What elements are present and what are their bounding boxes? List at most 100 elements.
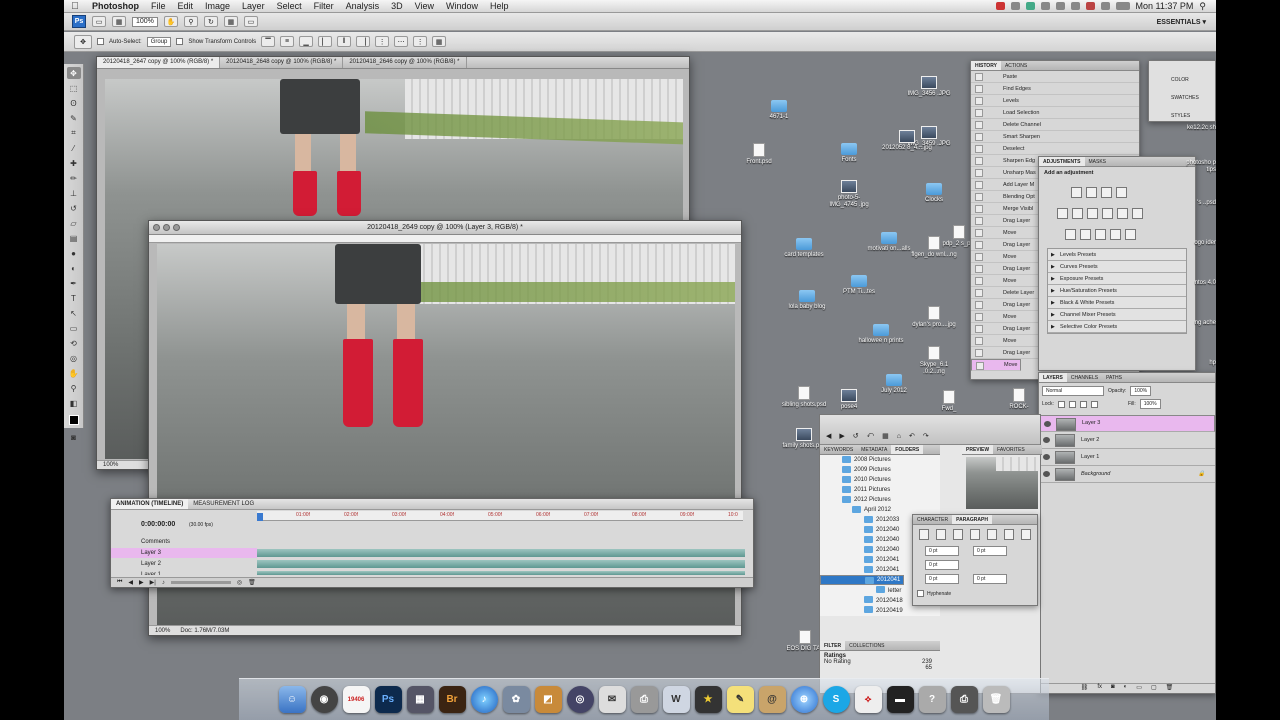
sync-icon[interactable]	[1010, 2, 1020, 10]
move-tool-preset-button[interactable]: ✥	[74, 34, 92, 49]
dodge-tool-icon[interactable]: ◐	[67, 262, 81, 274]
history-brush-source-icon[interactable]	[975, 253, 983, 261]
history-brush-source-icon[interactable]	[975, 85, 983, 93]
zoom-slider[interactable]	[170, 581, 231, 584]
history-brush-source-icon[interactable]	[975, 241, 983, 249]
visibility-eye-icon[interactable]	[1043, 454, 1050, 460]
stickies-icon[interactable]: ★	[694, 686, 722, 713]
auto-select-checkbox[interactable]	[97, 38, 104, 45]
space-after-input[interactable]: 0 pt	[973, 574, 1007, 584]
adjustment-preset-item[interactable]: Channel Mixer Presets	[1048, 309, 1186, 321]
view-extras-button[interactable]: ▦	[112, 16, 126, 27]
justify-all-icon[interactable]	[1021, 529, 1031, 540]
menu-3d[interactable]: 3D	[385, 1, 409, 11]
desktop-icon[interactable]: photo-5-IMG_4745 .jpg	[824, 180, 874, 209]
menu-filter[interactable]: Filter	[308, 1, 340, 11]
document-tab-2646[interactable]: 20120418_2646 copy @ 100% (RGB/8) *	[343, 57, 467, 68]
tab-animation-timeline[interactable]: ANIMATION (TIMELINE)	[111, 499, 189, 509]
timeline-row-layer-3[interactable]: Layer 3	[111, 548, 257, 558]
tab-channels[interactable]: CHANNELS	[1067, 373, 1102, 382]
levels-icon[interactable]	[1086, 187, 1097, 198]
printer-icon[interactable]: ⎙	[630, 686, 658, 713]
layer-row[interactable]: Background 🔒	[1039, 466, 1215, 483]
quick-mask-icon[interactable]: ◙	[67, 431, 81, 443]
history-brush-source-icon[interactable]	[975, 169, 983, 177]
history-brush-source-icon[interactable]	[975, 289, 983, 297]
desktop-icon[interactable]: lola baby blog	[782, 290, 832, 311]
gradient-tool-icon[interactable]: ▤	[67, 232, 81, 244]
app-menu[interactable]: Photoshop	[86, 1, 145, 11]
history-brush-source-icon[interactable]	[975, 97, 983, 105]
hyphenate-checkbox[interactable]	[917, 590, 924, 597]
back-icon[interactable]: ◀	[826, 432, 831, 440]
history-brush-source-icon[interactable]	[975, 121, 983, 129]
history-brush-source-icon[interactable]	[975, 277, 983, 285]
history-brush-source-icon[interactable]	[975, 157, 983, 165]
exposure-icon[interactable]	[1116, 187, 1127, 198]
tab-adjustments[interactable]: ADJUSTMENTS	[1039, 157, 1085, 166]
menu-image[interactable]: Image	[199, 1, 236, 11]
menu-select[interactable]: Select	[271, 1, 308, 11]
adjustment-preset-item[interactable]: Exposure Presets	[1048, 273, 1186, 285]
battery-icon[interactable]	[1115, 2, 1130, 10]
adjustment-preset-item[interactable]: Curves Presets	[1048, 261, 1186, 273]
menu-layer[interactable]: Layer	[236, 1, 271, 11]
tab-paragraph[interactable]: PARAGRAPH	[952, 515, 992, 524]
tab-history[interactable]: HISTORY	[971, 61, 1001, 70]
star-row[interactable]: 65	[824, 665, 940, 671]
history-brush-source-icon[interactable]	[975, 313, 983, 321]
arrange-documents-button[interactable]: ▦	[223, 16, 238, 27]
desktop-icon-label[interactable]: ntos 4.0	[1182, 280, 1216, 287]
layer-row[interactable]: Layer 2	[1039, 432, 1215, 449]
menu-analysis[interactable]: Analysis	[340, 1, 386, 11]
final-cut-icon[interactable]: ▬	[886, 686, 914, 713]
mail-icon[interactable]: ✉	[598, 686, 626, 713]
color-balance-icon[interactable]	[1087, 208, 1098, 219]
document-tab-2648[interactable]: 20120418_2648 copy @ 100% (RGB/8) *	[220, 57, 344, 68]
desktop-icon[interactable]: Front.psd	[734, 143, 784, 166]
justify-right-icon[interactable]	[1004, 529, 1014, 540]
history-brush-source-icon[interactable]	[975, 193, 983, 201]
align-right-button[interactable]: ▕	[356, 36, 371, 47]
vibrance-icon[interactable]	[1057, 208, 1068, 219]
prev-frame-icon[interactable]: ◀	[128, 579, 133, 586]
timeline-row-layer-1[interactable]: Layer 1	[111, 570, 257, 575]
desktop-icon[interactable]: sibling shots.psd	[779, 386, 829, 409]
marquee-tool-icon[interactable]: ⬚	[67, 82, 81, 94]
document-titlebar[interactable]: 20120418_2649 copy @ 100% (Layer 3, RGB/…	[149, 221, 741, 235]
zoom-tool-icon[interactable]: ⚲	[67, 382, 81, 394]
tab-preview[interactable]: PREVIEW	[962, 445, 994, 454]
mission-control-icon[interactable]: ▦	[406, 686, 434, 713]
hand-tool-icon[interactable]: ✋	[67, 367, 81, 379]
play-icon[interactable]: ▶	[139, 579, 144, 586]
folder-tree-item[interactable]: 2012041	[820, 575, 905, 585]
selective-color-icon[interactable]	[1125, 229, 1136, 240]
tab-collections[interactable]: COLLECTIONS	[845, 641, 888, 650]
launch-bridge-button[interactable]: ▭	[92, 16, 106, 27]
desktop-icon-label[interactable]: ng ache	[1182, 320, 1216, 327]
history-brush-source-icon[interactable]	[975, 325, 983, 333]
menu-file[interactable]: File	[145, 1, 172, 11]
history-state[interactable]: Delete Channel	[971, 119, 1139, 131]
eraser-tool-icon[interactable]: ▱	[67, 217, 81, 229]
threshold-icon[interactable]	[1095, 229, 1106, 240]
status-icon[interactable]	[995, 2, 1005, 10]
tab-character[interactable]: CHARACTER	[913, 515, 952, 524]
photo-filter-icon[interactable]	[1117, 208, 1128, 219]
eyedropper-tool-icon[interactable]: ⁄	[67, 142, 81, 154]
printer-2-icon[interactable]: ⎙	[950, 686, 978, 713]
desktop-icon-label[interactable]: 's ..psd	[1182, 200, 1216, 207]
menu-help[interactable]: Help	[484, 1, 515, 11]
foreground-background-swatch[interactable]	[67, 412, 81, 428]
preview-icon[interactable]: ◩	[534, 686, 562, 713]
fill-input[interactable]: 100%	[1139, 399, 1161, 409]
lock-transparent-icon[interactable]	[1057, 400, 1065, 408]
align-left-button[interactable]: ▏	[318, 36, 333, 47]
audio-icon[interactable]: ♪	[162, 580, 165, 586]
desktop-icon[interactable]: 4671-1	[754, 100, 804, 121]
history-state[interactable]: Levels	[971, 95, 1139, 107]
hand-tool-button[interactable]: ✋	[163, 16, 178, 27]
path-select-tool-icon[interactable]: ↖	[67, 307, 81, 319]
camera-dock-icon[interactable]: ◎	[566, 686, 594, 713]
new-adjustment-icon[interactable]: ◐	[1124, 684, 1128, 693]
